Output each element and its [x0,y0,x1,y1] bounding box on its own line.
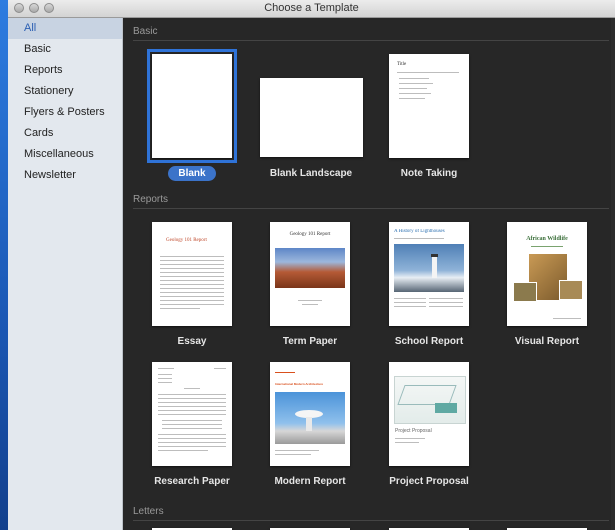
sidebar-item-basic[interactable]: Basic [8,39,122,60]
section-divider [133,208,609,209]
section-divider [133,520,609,521]
section-title-reports: Reports [133,194,169,205]
scrollbar[interactable] [611,18,615,530]
template-modern-report-thumbnail[interactable]: International Modern Architecture [270,362,350,466]
category-sidebar: All Basic Reports Stationery Flyers & Po… [8,18,123,530]
lighthouse-image [394,244,464,292]
sidebar-item-newsletter[interactable]: Newsletter [8,165,122,186]
template-chooser-window: Choose a Template All Basic Reports Stat… [8,0,615,530]
modern-architecture-image [275,392,345,444]
template-modern-report-label[interactable]: Modern Report [255,476,365,487]
template-research-paper-label[interactable]: Research Paper [137,476,247,487]
template-blank-label[interactable]: Blank [137,166,247,181]
template-note-taking-label[interactable]: Note Taking [374,168,484,179]
sidebar-item-miscellaneous[interactable]: Miscellaneous [8,144,122,165]
project-proposal-preview-title: Project Proposal [395,428,432,434]
desktop-background [0,0,8,530]
modern-report-preview-title: International Modern Architecture [275,382,324,386]
term-paper-preview-title: Geology 101 Report [289,232,331,237]
template-project-proposal-label[interactable]: Project Proposal [374,476,484,487]
template-school-report-label[interactable]: School Report [374,336,484,347]
template-note-taking-thumbnail[interactable]: Title [389,54,469,158]
essay-preview-title: Geology 101 Report [166,238,207,243]
project-proposal-drawing [394,376,466,424]
template-school-report-thumbnail[interactable]: A History of Lighthouses [389,222,469,326]
sidebar-item-cards[interactable]: Cards [8,123,122,144]
template-essay-label[interactable]: Essay [137,336,247,347]
sidebar-item-all[interactable]: All [8,18,122,39]
window-title: Choose a Template [264,2,359,14]
section-divider [133,40,609,41]
template-research-paper-thumbnail[interactable] [152,362,232,466]
sidebar-item-flyers-posters[interactable]: Flyers & Posters [8,102,122,123]
visual-report-preview-title: African Wildlife [526,236,568,242]
sidebar-item-reports[interactable]: Reports [8,60,122,81]
section-title-basic: Basic [133,26,158,37]
template-blank-thumbnail[interactable] [147,49,237,163]
title-bar: Choose a Template [8,0,615,18]
template-essay-thumbnail[interactable]: Geology 101 Report [152,222,232,326]
template-blank-landscape-label[interactable]: Blank Landscape [256,168,366,179]
template-blank-landscape-thumbnail[interactable] [260,78,363,157]
school-report-preview-title: A History of Lighthouses [394,229,445,234]
template-gallery: Basic Blank Blank Landscape Title Note T… [123,18,615,530]
template-term-paper-label[interactable]: Term Paper [255,336,365,347]
template-project-proposal-thumbnail[interactable]: Project Proposal [389,362,469,466]
note-taking-preview-title: Title [397,62,407,67]
template-visual-report-label[interactable]: Visual Report [492,336,602,347]
section-title-letters: Letters [133,506,164,517]
template-term-paper-thumbnail[interactable]: Geology 101 Report [270,222,350,326]
sidebar-item-stationery[interactable]: Stationery [8,81,122,102]
term-paper-canyon-image [275,248,345,288]
template-visual-report-thumbnail[interactable]: African Wildlife [507,222,587,326]
